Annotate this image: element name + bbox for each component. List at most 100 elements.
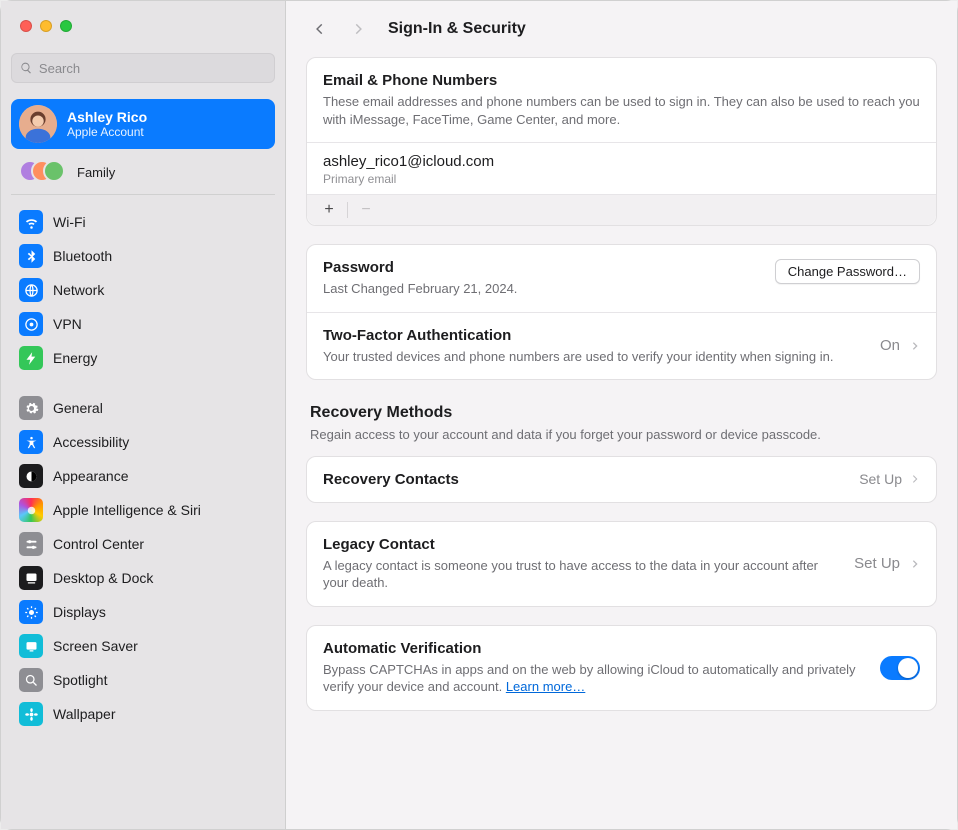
autoverify-desc: Bypass CAPTCHAs in apps and on the web b… [323, 661, 866, 696]
wifi-icon [19, 210, 43, 234]
email-tag: Primary email [323, 172, 920, 186]
main-pane: Sign-In & Security Email & Phone Numbers… [286, 1, 957, 829]
bluetooth-icon [19, 244, 43, 268]
add-remove-bar: + − [307, 194, 936, 225]
twofa-row[interactable]: Two-Factor Authentication Your trusted d… [307, 313, 936, 380]
sidebar-item-desktop-dock[interactable]: Desktop & Dock [11, 561, 275, 595]
account-name: Ashley Rico [67, 109, 147, 125]
twofa-title: Two-Factor Authentication [323, 327, 866, 344]
legacy-title: Legacy Contact [323, 536, 840, 553]
recovery-title: Recovery Methods [310, 404, 933, 422]
email-row[interactable]: ashley_rico1@icloud.com Primary email [307, 143, 936, 194]
sidebar-item-family[interactable]: Family [11, 155, 275, 195]
account-text: Ashley Rico Apple Account [67, 109, 147, 139]
screensaver-icon [19, 634, 43, 658]
recovery-contacts-action: Set Up [859, 471, 902, 487]
sidebar-item-apple-intelligence-siri[interactable]: Apple Intelligence & Siri [11, 493, 275, 527]
accessibility-icon [19, 430, 43, 454]
sidebar-item-label: General [53, 400, 103, 416]
legacy-action: Set Up [854, 555, 900, 572]
sidebar-item-general[interactable]: General [11, 391, 275, 425]
add-button[interactable]: + [317, 199, 341, 221]
search-icon [19, 668, 43, 692]
sidebar-item-label: Screen Saver [53, 638, 138, 654]
chevron-right-icon [910, 559, 920, 569]
sidebar-item-label: Apple Intelligence & Siri [53, 502, 201, 518]
sidebar-item-label: Family [77, 165, 115, 180]
twofa-status: On [880, 337, 900, 354]
window-controls [20, 20, 72, 32]
bolt-icon [19, 346, 43, 370]
sidebar-item-control-center[interactable]: Control Center [11, 527, 275, 561]
vpn-icon [19, 312, 43, 336]
email-section-title: Email & Phone Numbers [323, 72, 920, 89]
fullscreen-window-button[interactable] [60, 20, 72, 32]
sidebar-item-energy[interactable]: Energy [11, 341, 275, 375]
autoverify-toggle[interactable] [880, 656, 920, 680]
appearance-icon [19, 464, 43, 488]
sidebar-item-label: Wi-Fi [53, 214, 86, 230]
sidebar-item-label: Displays [53, 604, 106, 620]
sidebar-item-displays[interactable]: Displays [11, 595, 275, 629]
email-address: ashley_rico1@icloud.com [323, 153, 920, 170]
dock-icon [19, 566, 43, 590]
sidebar: Ashley Rico Apple Account Family Wi-Fi B… [1, 1, 286, 829]
sidebar-item-label: Spotlight [53, 672, 107, 688]
sidebar-item-label: Wallpaper [53, 706, 116, 722]
close-window-button[interactable] [20, 20, 32, 32]
forward-button[interactable] [344, 15, 372, 43]
page-title: Sign-In & Security [388, 20, 526, 38]
nav-list: Wi-Fi Bluetooth Network VPN Energy [11, 205, 275, 731]
recovery-contacts-card[interactable]: Recovery Contacts Set Up [306, 456, 937, 503]
sidebar-item-label: Network [53, 282, 104, 298]
main-header: Sign-In & Security [286, 1, 957, 57]
gear-icon [19, 396, 43, 420]
sidebar-item-screen-saver[interactable]: Screen Saver [11, 629, 275, 663]
remove-button[interactable]: − [354, 199, 378, 221]
recovery-desc: Regain access to your account and data i… [310, 426, 933, 444]
sidebar-item-wifi[interactable]: Wi-Fi [11, 205, 275, 239]
globe-icon [19, 278, 43, 302]
twofa-desc: Your trusted devices and phone numbers a… [323, 348, 866, 366]
email-section-desc: These email addresses and phone numbers … [323, 93, 920, 128]
sliders-icon [19, 532, 43, 556]
search-input[interactable] [39, 61, 266, 76]
sun-icon [19, 600, 43, 624]
flower-icon [19, 702, 43, 726]
sidebar-item-label: Bluetooth [53, 248, 112, 264]
password-title: Password [323, 259, 761, 276]
autoverify-title: Automatic Verification [323, 640, 866, 657]
password-sub: Last Changed February 21, 2024. [323, 280, 761, 298]
account-subtitle: Apple Account [67, 125, 147, 139]
sidebar-item-accessibility[interactable]: Accessibility [11, 425, 275, 459]
sidebar-item-network[interactable]: Network [11, 273, 275, 307]
sidebar-item-vpn[interactable]: VPN [11, 307, 275, 341]
sidebar-item-apple-account[interactable]: Ashley Rico Apple Account [11, 99, 275, 149]
search-field[interactable] [11, 53, 275, 83]
recovery-contacts-label: Recovery Contacts [323, 471, 459, 488]
recovery-header: Recovery Methods Regain access to your a… [306, 404, 937, 444]
sidebar-item-wallpaper[interactable]: Wallpaper [11, 697, 275, 731]
sidebar-item-label: Desktop & Dock [53, 570, 153, 586]
sidebar-item-appearance[interactable]: Appearance [11, 459, 275, 493]
chevron-right-icon [910, 474, 920, 484]
back-button[interactable] [306, 15, 334, 43]
minimize-window-button[interactable] [40, 20, 52, 32]
legacy-contact-card[interactable]: Legacy Contact A legacy contact is someo… [306, 521, 937, 607]
sidebar-item-spotlight[interactable]: Spotlight [11, 663, 275, 697]
chevron-right-icon [910, 341, 920, 351]
family-avatars [19, 160, 67, 184]
auto-verification-card: Automatic Verification Bypass CAPTCHAs i… [306, 625, 937, 711]
search-icon [20, 61, 33, 75]
email-phone-card: Email & Phone Numbers These email addres… [306, 57, 937, 226]
sidebar-item-label: VPN [53, 316, 82, 332]
sidebar-item-label: Appearance [53, 468, 129, 484]
change-password-button[interactable]: Change Password… [775, 259, 920, 284]
sidebar-item-label: Energy [53, 350, 97, 366]
siri-icon [19, 498, 43, 522]
learn-more-link[interactable]: Learn more… [506, 679, 585, 694]
sidebar-item-bluetooth[interactable]: Bluetooth [11, 239, 275, 273]
sidebar-item-label: Control Center [53, 536, 144, 552]
password-card: Password Last Changed February 21, 2024.… [306, 244, 937, 380]
sidebar-item-label: Accessibility [53, 434, 129, 450]
